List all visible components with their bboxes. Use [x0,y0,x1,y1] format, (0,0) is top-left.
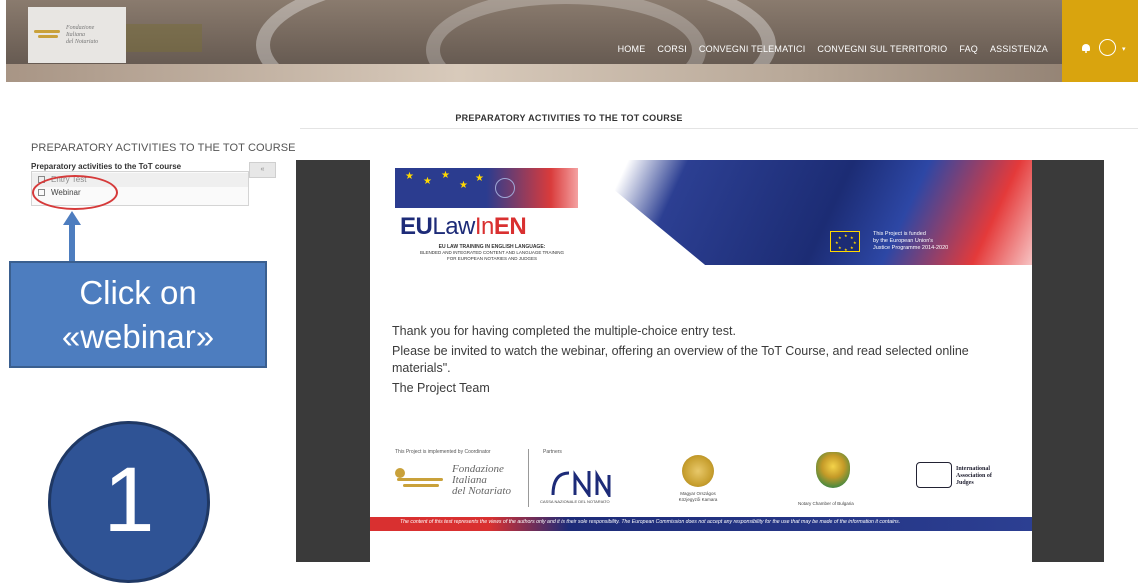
message-text: Please be invited to watch the webinar, … [392,344,969,375]
bulgarian-chamber-emblem-icon [816,452,850,488]
header-decoration [6,64,1138,82]
nav-convegni-telematici[interactable]: CONVEGNI TELEMATICI [699,44,805,54]
site-header: Fondazione Italiana del Notariato HOME C… [6,0,1138,82]
sidebar-toggle-button[interactable]: « [249,162,276,178]
partners-label: Partners [543,449,562,455]
message-signature: The Project Team [392,381,490,395]
eu-flag-icon: ★ ★ ★ ★ ★ ★ ★ ★ [830,231,860,252]
partner-caption: Magyar Országos Közjegyzői Kamara [678,491,718,502]
highlight-ellipse [32,175,118,210]
callout-line: «webinar» [61,318,215,355]
nav-faq[interactable]: FAQ [959,44,978,54]
scales-icon [495,178,515,198]
user-avatar-icon[interactable] [1099,39,1116,56]
instruction-callout: Click on «webinar» [9,261,267,368]
disclaimer-text: The content of this test represents the … [400,519,901,525]
bell-icon[interactable] [1082,44,1090,53]
chevron-down-icon[interactable]: ▾ [1122,45,1126,53]
coordinator-name: Fondazione Italiana del Notariato [452,463,511,497]
sidebar-subheading[interactable]: Preparatory activities to the ToT course [31,162,181,171]
document-page: ★ ★ ★ ★ ★ EULawInEN EU LAW TRAINING IN E… [370,160,1032,562]
eulawinen-logo: EULawInEN [400,213,527,240]
logo-text: Fondazione Italiana del Notariato [66,24,99,45]
nav-convegni-sul-territorio[interactable]: CONVEGNI SUL TERRITORIO [817,44,947,54]
callout-line: Click on [79,274,197,311]
coordinator-logo-icon [395,465,443,491]
divider [528,449,529,507]
coordinator-label: This Project is implemented by Coordinat… [395,449,491,455]
logo-caption: EU LAW TRAINING IN ENGLISH LANGUAGE: BLE… [419,244,565,261]
step-number-badge: 1 [48,421,210,583]
funding-statement: This Project is funded by the European U… [873,231,949,251]
message-text: Thank you for having completed the multi… [392,324,736,338]
iaj-name: International Association of Judges [956,466,992,486]
user-area: ▾ [1062,0,1138,82]
logo-swoosh-icon [34,28,62,42]
page: Fondazione Italiana del Notariato HOME C… [0,0,1138,585]
nav-corsi[interactable]: CORSI [657,44,687,54]
hungarian-chamber-seal-icon [682,455,714,487]
sidebar-heading: PREPARATORY ACTIVITIES TO THE TOT COURSE [31,142,296,154]
site-logo[interactable]: Fondazione Italiana del Notariato [28,7,126,63]
banner-flag-image: ★ ★ ★ ★ ★ [395,168,578,208]
main-nav: HOME CORSI CONVEGNI TELEMATICI CONVEGNI … [618,44,1048,54]
partner-caption: CASSA NAZIONALE DEL NOTARIATO [540,499,610,504]
nav-home[interactable]: HOME [618,44,646,54]
iaj-logo-icon [916,462,952,488]
cnn-logo-icon [551,469,611,497]
divider [300,128,1138,129]
logo-overlay [126,24,202,52]
partner-caption: Notary Chamber of Bulgaria [798,501,854,506]
nav-assistenza[interactable]: ASSISTENZA [990,44,1048,54]
arrow-up-icon [63,211,81,261]
page-title: PREPARATORY ACTIVITIES TO THE TOT COURSE [455,113,683,123]
